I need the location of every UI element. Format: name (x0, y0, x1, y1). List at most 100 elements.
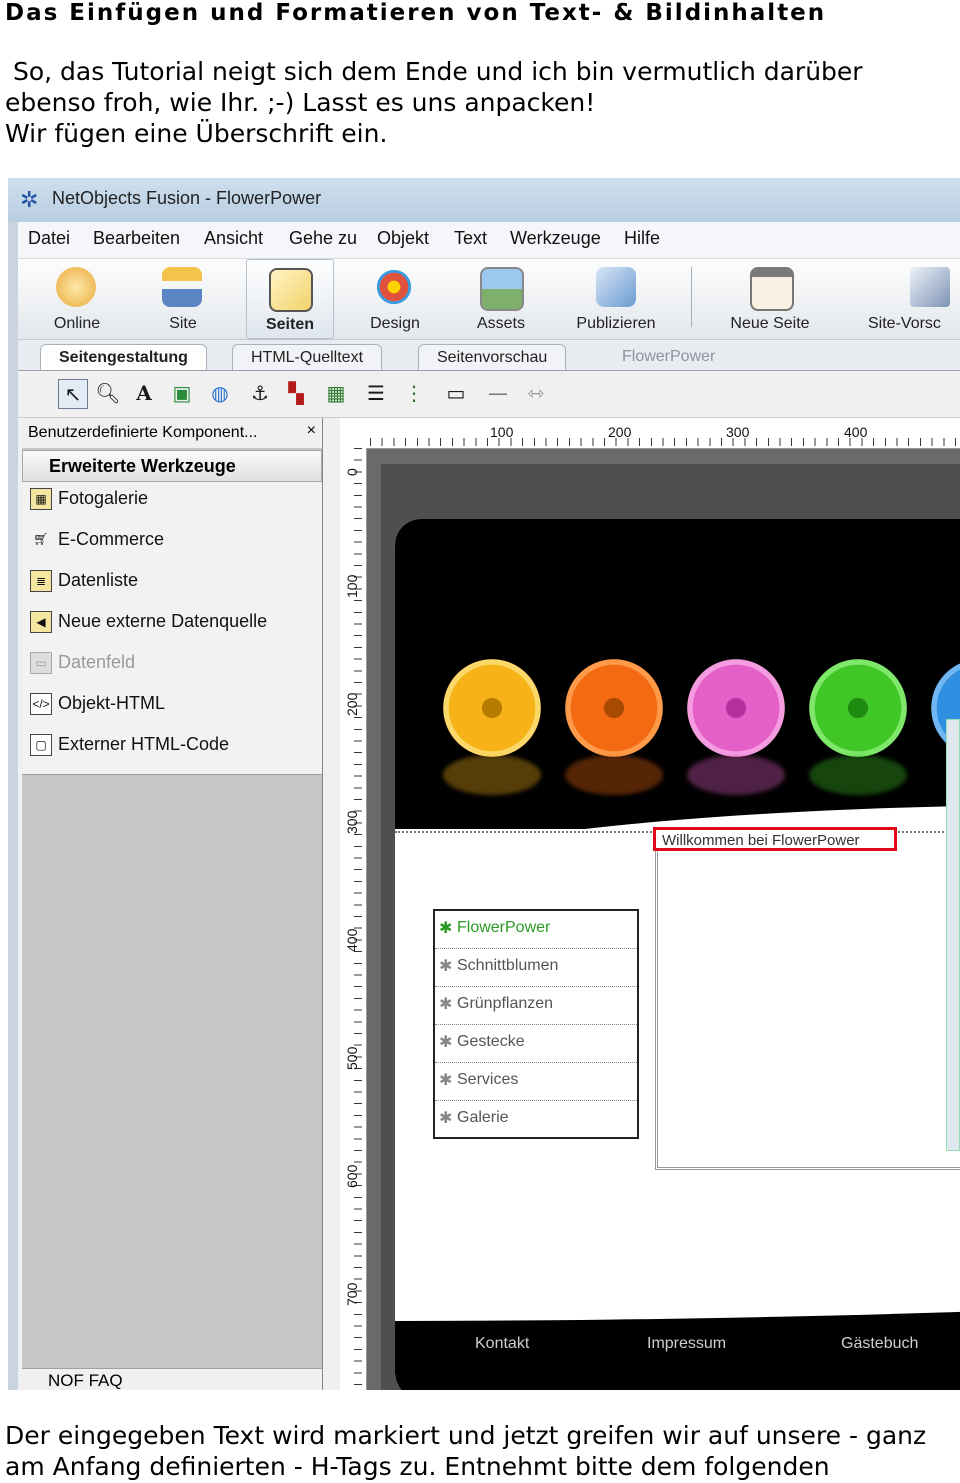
nav-item-services[interactable]: ✱ Services (435, 1063, 637, 1101)
tab-seitengestaltung[interactable]: Seitengestaltung (40, 344, 207, 370)
flower-reflection (687, 755, 785, 795)
app-window-screenshot: ✲ NetObjects Fusion - FlowerPower Datei … (8, 178, 960, 1390)
properties-palette-edge[interactable] (946, 719, 960, 1151)
selected-headline-text[interactable]: Willkommen bei FlowerPower (653, 827, 897, 851)
image-map-tool-icon[interactable]: ▚ (282, 379, 310, 407)
vertical-ruler: 0 100 200 300 400 500 600 700 (340, 448, 367, 1390)
link-tool-icon[interactable]: ⇿ (522, 379, 550, 407)
panel-footer-nof-faq[interactable]: NOF FAQ (22, 1368, 322, 1390)
panel-item-label: E-Commerce (58, 529, 165, 549)
external-data-icon: ◀ (30, 611, 52, 634)
anchor-tool-icon[interactable]: ⚓︎ (246, 379, 274, 407)
star-icon: ✱ (439, 920, 453, 937)
yellow-flower-image (443, 659, 541, 757)
publizieren-button[interactable]: Publizieren (566, 259, 666, 337)
picture-tool-icon[interactable]: ▣ (168, 379, 196, 407)
menu-gehe-zu[interactable]: Gehe zu (289, 228, 357, 249)
neue-seite-button[interactable]: Neue Seite (718, 259, 822, 337)
tab-html-quelltext[interactable]: HTML-Quelltext (232, 344, 383, 370)
menu-werkzeuge[interactable]: Werkzeuge (510, 228, 601, 249)
publizieren-label: Publizieren (576, 315, 656, 332)
line-tool-icon[interactable]: — (484, 379, 512, 407)
menu-hilfe[interactable]: Hilfe (624, 228, 660, 249)
panel-item-externer-html-code[interactable]: ▢ Externer HTML-Code (30, 734, 229, 768)
ruler-label-100: 100 (490, 424, 514, 440)
close-icon[interactable]: × (307, 422, 316, 440)
components-panel: Benutzerdefinierte Komponent... × Erweit… (22, 418, 323, 1390)
text-tool-icon[interactable]: A (130, 379, 158, 407)
panel-item-label: Externer HTML-Code (58, 734, 230, 754)
menu-ansicht[interactable]: Ansicht (204, 228, 263, 249)
site-label: Site (169, 315, 197, 332)
navbar-tool-icon[interactable]: ⋮ (400, 379, 428, 407)
data-list-icon: ≣ (30, 570, 52, 593)
footer-link-impressum[interactable]: Impressum (647, 1335, 726, 1353)
panel-item-label: Neue externe Datenquelle (58, 611, 268, 631)
panel-item-label: Objekt-HTML (58, 693, 166, 713)
footer-link-gaestebuch[interactable]: Gästebuch (841, 1335, 918, 1353)
nav-item-galerie[interactable]: ✱ Galerie (435, 1101, 637, 1139)
seiten-button[interactable]: Seiten (246, 259, 334, 339)
window-title: NetObjects Fusion - FlowerPower (52, 188, 322, 208)
assets-button[interactable]: Assets (458, 259, 544, 337)
window-client: Datei Bearbeiten Ansicht Gehe zu Objekt … (18, 222, 960, 1390)
outro-paragraph: Der eingegeben Text wird markiert und je… (5, 1420, 926, 1482)
nav-label: Grünpflanzen (457, 995, 554, 1012)
menu-datei[interactable]: Datei (28, 228, 70, 249)
page-design-canvas[interactable]: Willkommen bei FlowerPower ✱ FlowerPower … (367, 449, 960, 1390)
outro-line-1: Der eingegeben Text wird markiert und je… (5, 1421, 927, 1450)
panel-item-neue-externe-datenquelle[interactable]: ◀ Neue externe Datenquelle (30, 611, 267, 645)
online-button[interactable]: Online (34, 259, 120, 337)
design-label: Design (370, 315, 420, 332)
page-title: Das Einfügen und Formatieren von Text- &… (5, 0, 827, 26)
site-vorschau-label: Site-Vorsc (868, 315, 941, 332)
site-vorschau-button[interactable]: Site-Vorsc (864, 259, 960, 337)
footer-link-kontakt[interactable]: Kontakt (475, 1335, 529, 1353)
panel-item-datenliste[interactable]: ≣ Datenliste (30, 570, 138, 604)
pointer-tool-icon[interactable]: ↖ (58, 379, 88, 409)
shape-tool-icon[interactable]: ▭ (442, 379, 470, 407)
nav-item-gestecke[interactable]: ✱ Gestecke (435, 1025, 637, 1063)
new-page-icon (750, 267, 794, 311)
design-button[interactable]: Design (352, 259, 438, 337)
nav-item-schnittblumen[interactable]: ✱ Schnittblumen (435, 949, 637, 987)
nav-label: Services (457, 1071, 519, 1088)
nav-item-flowerpower[interactable]: ✱ FlowerPower (435, 911, 637, 949)
panel-item-objekt-html[interactable]: </> Objekt-HTML (30, 693, 165, 727)
panel-item-e-commerce[interactable]: 🛒︎ E-Commerce (30, 529, 164, 563)
navigation-bar[interactable]: ✱ FlowerPower ✱ Schnittblumen ✱ Grünpflanze… (433, 909, 639, 1139)
ruler-label-300: 300 (726, 424, 750, 440)
menu-objekt[interactable]: Objekt (377, 228, 429, 249)
photo-gallery-icon: ▦ (30, 488, 52, 511)
globe-tool-icon[interactable]: ◍ (206, 379, 234, 407)
external-html-icon: ▢ (30, 734, 52, 757)
outro-line-2: am Anfang definierten - H-Tags zu. Entne… (5, 1452, 830, 1481)
panel-item-fotogalerie[interactable]: ▦ Fotogalerie (30, 488, 148, 522)
tab-flowerpower[interactable]: FlowerPower (604, 344, 733, 370)
nav-item-gruenpflanzen[interactable]: ✱ Grünpflanzen (435, 987, 637, 1025)
menu-bar: Datei Bearbeiten Ansicht Gehe zu Objekt … (18, 222, 960, 259)
form-tool-icon[interactable]: ☰ (362, 379, 390, 407)
panel-section-header[interactable]: Erweiterte Werkzeuge (22, 450, 322, 482)
star-icon: ✱ (439, 1034, 453, 1051)
online-icon (56, 267, 96, 307)
star-icon: ✱ (439, 958, 453, 975)
tab-seitenvorschau[interactable]: Seitenvorschau (418, 344, 567, 370)
content-layout-region[interactable] (655, 835, 960, 1170)
intro-line-2: ebenso froh, wie Ihr. ;-) Lasst es uns a… (5, 88, 596, 117)
menu-text[interactable]: Text (454, 228, 487, 249)
panel-header: Benutzerdefinierte Komponent... × (22, 418, 322, 448)
table-tool-icon[interactable]: ▦ (322, 379, 350, 407)
menu-bearbeiten[interactable]: Bearbeiten (93, 228, 180, 249)
horizontal-ruler: 100 200 300 400 (340, 418, 960, 449)
neue-seite-label: Neue Seite (730, 315, 810, 332)
ruler-label-200: 200 (344, 692, 360, 716)
site-button[interactable]: Site (140, 259, 226, 337)
ruler-label-700: 700 (344, 1282, 360, 1306)
publish-icon (596, 267, 636, 307)
star-icon: ✱ (439, 1110, 453, 1127)
panel-item-label: Datenliste (58, 570, 139, 590)
zoom-tool-icon[interactable]: 🔍︎ (94, 379, 122, 407)
app-logo-icon: ✲ (20, 188, 39, 213)
nav-label: Schnittblumen (457, 957, 559, 974)
